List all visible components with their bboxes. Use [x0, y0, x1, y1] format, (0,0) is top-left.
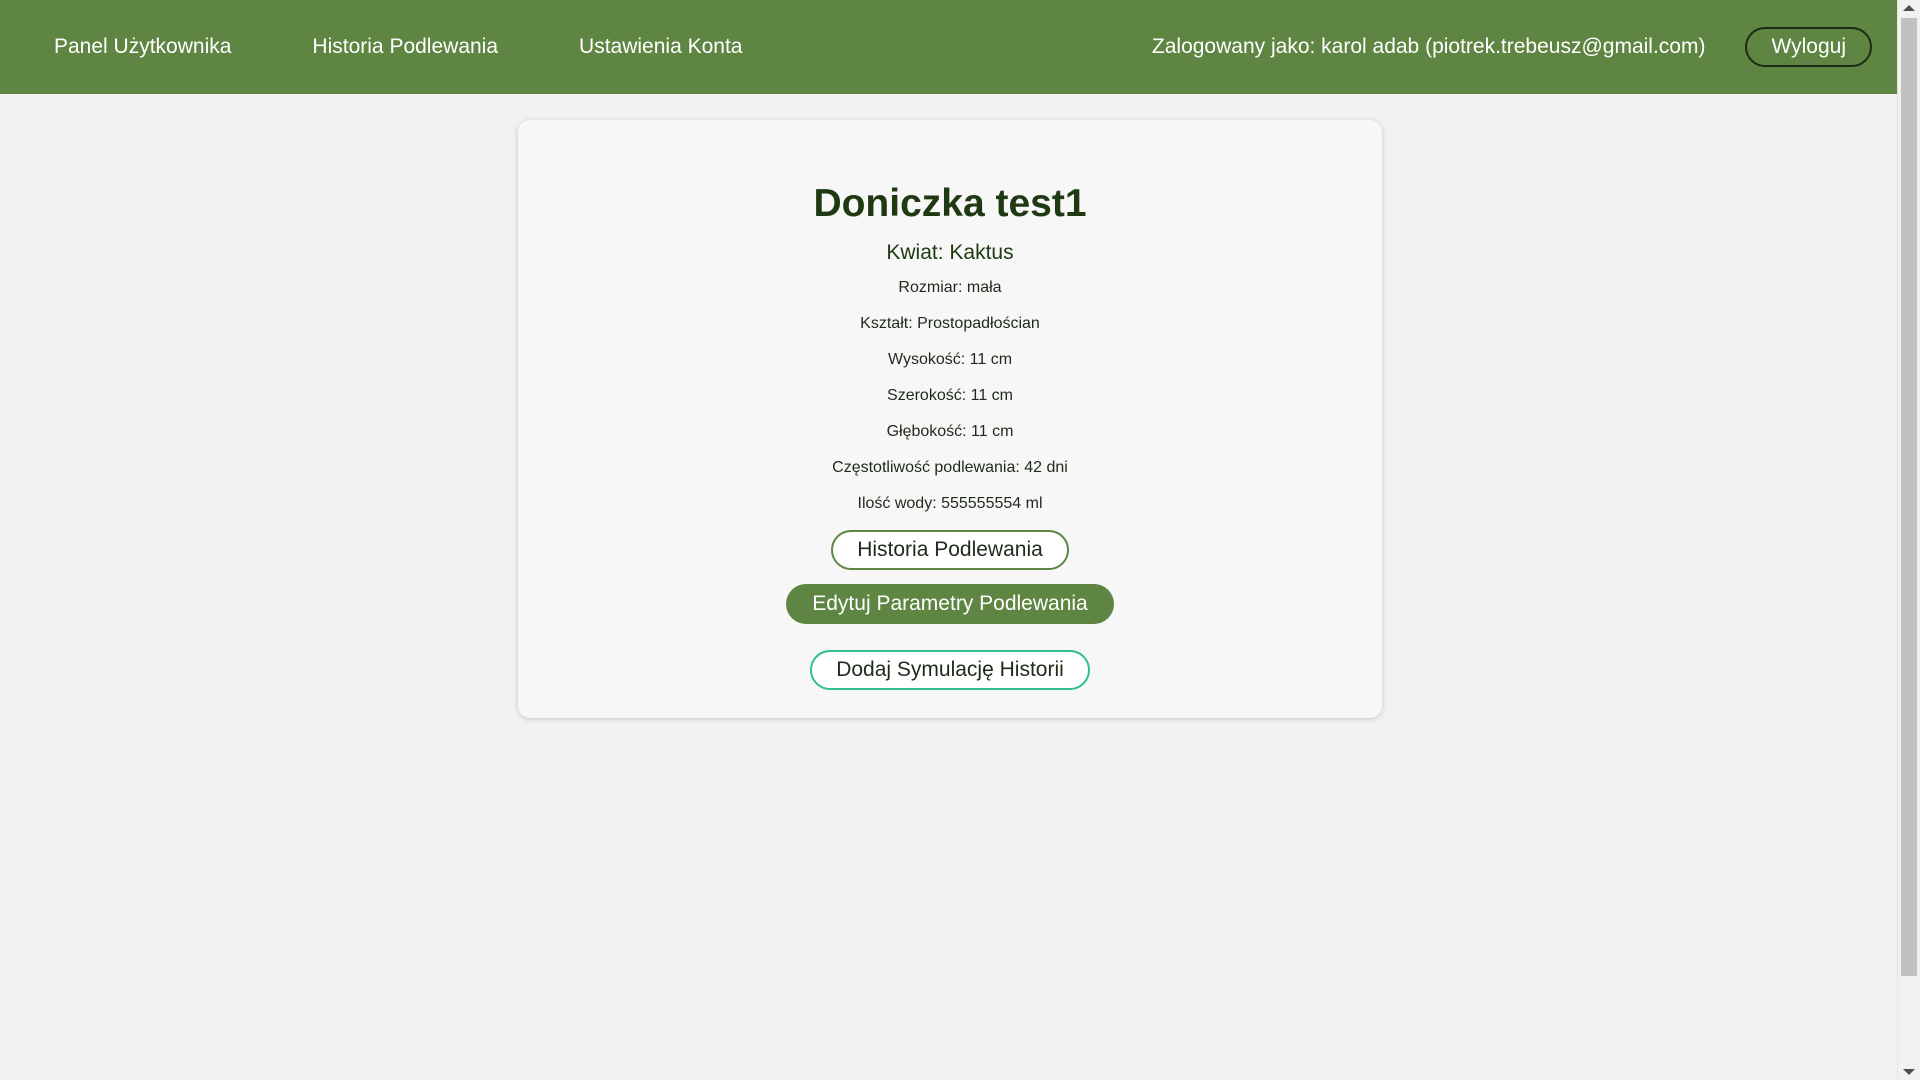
nav-link-watering-history[interactable]: Historia Podlewania: [312, 35, 498, 59]
add-history-simulation-button[interactable]: Dodaj Symulację Historii: [810, 650, 1090, 690]
pot-detail-shape: Kształt: Prostopadłościan: [860, 315, 1040, 332]
vertical-scrollbar[interactable]: [1897, 0, 1920, 1080]
logout-button[interactable]: Wyloguj: [1745, 27, 1872, 67]
nav-link-account-settings[interactable]: Ustawienia Konta: [579, 35, 742, 59]
pot-detail-water-amount: Ilość wody: 555555554 ml: [857, 495, 1043, 512]
top-navbar: Panel Użytkownika Historia Podlewania Us…: [0, 0, 1898, 94]
pot-details-list: Rozmiar: mała Kształt: Prostopadłościan …: [518, 278, 1382, 514]
logged-in-user-info: Zalogowany jako: karol adab (piotrek.tre…: [1151, 35, 1706, 58]
simulate-button-row: Dodaj Symulację Historii: [518, 624, 1382, 690]
pot-detail-height: Wysokość: 11 cm: [887, 351, 1013, 368]
scrollbar-thumb[interactable]: [1901, 18, 1917, 976]
edit-button-row: Edytuj Parametry Podlewania: [518, 570, 1382, 624]
pot-detail-width: Szerokość: 11 cm: [887, 387, 1013, 404]
edit-watering-params-button[interactable]: Edytuj Parametry Podlewania: [786, 584, 1114, 624]
pot-title: Doniczka test1: [813, 182, 1087, 225]
pot-detail-watering-frequency: Częstotliwość podlewania: 42 dni: [832, 459, 1068, 476]
nav-link-user-panel[interactable]: Panel Użytkownika: [54, 35, 231, 59]
pot-flower: Kwiat: Kaktus: [886, 241, 1014, 264]
pot-detail-depth: Głębokość: 11 cm: [886, 423, 1014, 440]
pot-details-card: Doniczka test1 Kwiat: Kaktus Rozmiar: ma…: [518, 120, 1382, 718]
scroll-up-arrow-icon[interactable]: [1903, 5, 1915, 11]
history-button-row: Historia Podlewania: [518, 514, 1382, 570]
watering-history-button[interactable]: Historia Podlewania: [831, 530, 1069, 570]
scroll-down-arrow-icon[interactable]: [1903, 1069, 1915, 1075]
pot-detail-size: Rozmiar: mała: [898, 279, 1002, 296]
